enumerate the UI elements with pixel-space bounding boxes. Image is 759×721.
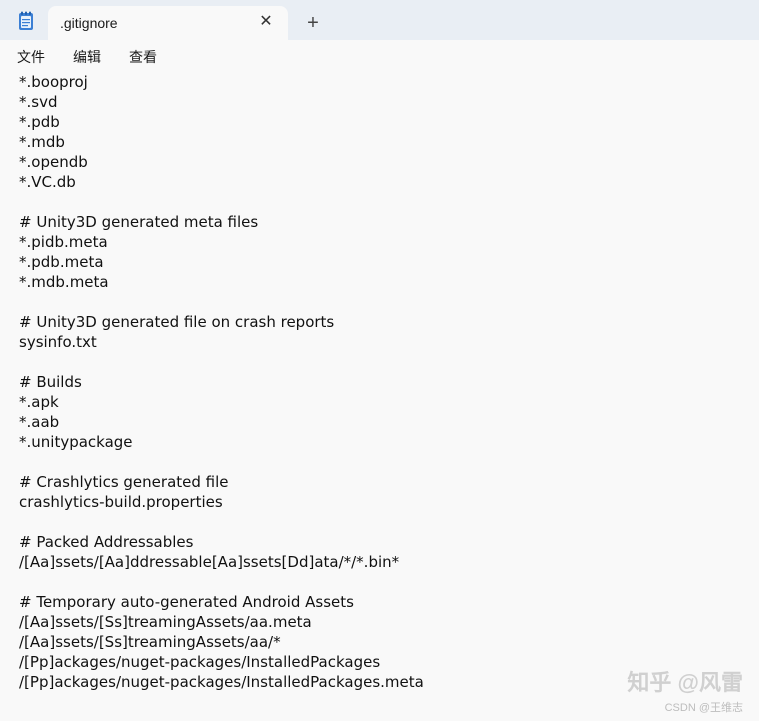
editor-line: # Builds xyxy=(19,373,82,391)
editor-line: /[Aa]ssets/[Ss]treamingAssets/aa/* xyxy=(19,633,281,651)
editor-line: *.pdb xyxy=(19,113,60,131)
editor-line: *.apk xyxy=(19,393,59,411)
editor-line: # Unity3D generated file on crash report… xyxy=(19,313,335,331)
close-icon[interactable]: ✕ xyxy=(256,12,276,32)
editor-line: # Crashlytics generated file xyxy=(19,473,229,491)
notepad-icon xyxy=(16,11,36,31)
editor-line: *.booproj xyxy=(19,73,88,91)
editor-line: *.mdb xyxy=(19,133,65,151)
editor-line: *.mdb.meta xyxy=(19,273,109,291)
editor-line: # Temporary auto-generated Android Asset… xyxy=(19,593,354,611)
editor-line: *.svd xyxy=(19,93,58,111)
editor-line: /[Aa]ssets/[Aa]ddressable[Aa]ssets[Dd]at… xyxy=(19,553,400,571)
editor-line: *.aab xyxy=(19,413,60,431)
editor-line: crashlytics-build.properties xyxy=(19,493,223,511)
notepad-window: .gitignore ✕ + 文件 编辑 查看 *.booproj *.svd *.… xyxy=(0,0,759,721)
editor-line: *.VC.db xyxy=(19,173,76,191)
editor-line: *.opendb xyxy=(19,153,88,171)
tab-gitignore[interactable]: .gitignore ✕ xyxy=(48,6,288,40)
tab-bar: .gitignore ✕ + xyxy=(0,0,759,41)
add-tab-icon[interactable]: + xyxy=(302,12,324,34)
editor-line: *.pdb.meta xyxy=(19,253,104,271)
menu-view[interactable]: 查看 xyxy=(129,47,157,67)
editor-line: *.pidb.meta xyxy=(19,233,108,251)
watermark: 知乎 @风雷 CSDN @王维志 xyxy=(627,665,743,715)
editor-line: *.unitypackage xyxy=(19,433,133,451)
editor-lines: *.booproj *.svd *.pdb *.mdb *.opendb *.VC.db #… xyxy=(19,72,424,692)
watermark-csdn: CSDN @王维志 xyxy=(664,702,743,714)
menu-bar: 文件 编辑 查看 xyxy=(0,40,759,72)
editor-line: # Packed Addressables xyxy=(19,533,194,551)
menu-file[interactable]: 文件 xyxy=(17,47,45,67)
tab-title: .gitignore xyxy=(60,15,118,31)
editor-line: sysinfo.txt xyxy=(19,333,97,351)
editor-line: # Unity3D generated meta files xyxy=(19,213,259,231)
menu-edit[interactable]: 编辑 xyxy=(73,47,101,67)
editor-line: /[Aa]ssets/[Ss]treamingAssets/aa.meta xyxy=(19,613,312,631)
editor-line: /[Pp]ackages/nuget-packages/InstalledPac… xyxy=(19,653,381,671)
editor-line: /[Pp]ackages/nuget-packages/InstalledPac… xyxy=(19,673,424,691)
watermark-zhihu: 知乎 @风雷 xyxy=(627,670,743,695)
text-editor[interactable]: *.booproj *.svd *.pdb *.mdb *.opendb *.VC.db #… xyxy=(0,72,759,721)
